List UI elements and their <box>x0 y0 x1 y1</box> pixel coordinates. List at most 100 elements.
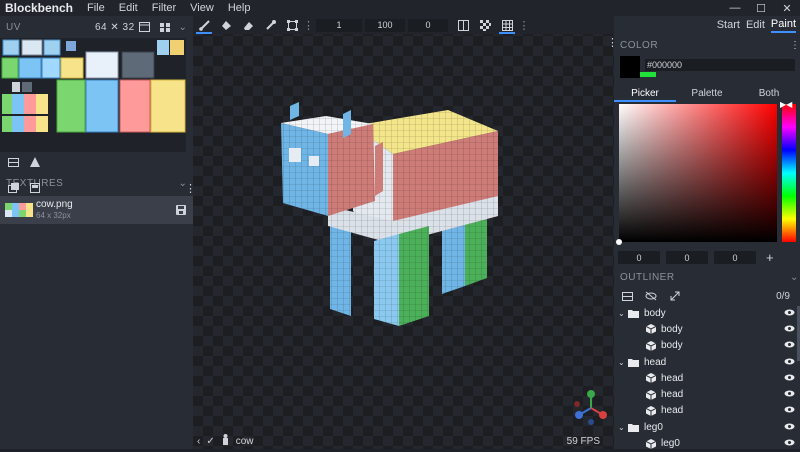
hide-all-icon[interactable] <box>644 289 658 303</box>
outliner-group[interactable]: ⌄ body <box>614 305 800 321</box>
uv-map[interactable] <box>0 38 186 152</box>
outliner-toolbar: 0/9 <box>614 287 800 305</box>
outliner-cube[interactable]: head <box>614 403 800 419</box>
tab-picker[interactable]: Picker <box>614 86 676 102</box>
cube-icon <box>646 324 656 335</box>
close-icon[interactable]: ✕ <box>774 0 800 16</box>
hue-handle[interactable]: ▶◀ <box>780 100 792 109</box>
texture-size: 64 x 32px <box>36 211 71 220</box>
fullscreen-icon[interactable] <box>137 20 151 34</box>
outliner-item-label: body <box>644 307 666 319</box>
add-cube-icon[interactable] <box>620 289 634 303</box>
outliner-title: OUTLINER <box>620 271 675 283</box>
menu-edit[interactable]: Edit <box>119 2 138 14</box>
chevron-left-icon[interactable]: ‹ <box>197 436 200 447</box>
outliner-cube[interactable]: body <box>614 321 800 337</box>
cube-icon <box>646 389 656 400</box>
leg-front-left[interactable] <box>374 226 429 326</box>
tab-palette[interactable]: Palette <box>676 86 738 102</box>
leg-back-left[interactable] <box>330 221 351 316</box>
current-color-swatch[interactable] <box>620 56 640 78</box>
cube-icon <box>646 373 656 384</box>
menu-file[interactable]: File <box>87 2 105 14</box>
selection-count: 0/9 <box>776 290 790 302</box>
folder-icon <box>628 423 639 432</box>
app-title: Blockbench <box>5 1 74 15</box>
outliner-item-label: head <box>661 405 684 417</box>
rgb-inputs: 0 0 0 + <box>618 250 774 265</box>
eye-icon[interactable] <box>784 373 795 384</box>
menu-filter[interactable]: Filter <box>152 2 176 14</box>
right-sidebar: Start Edit Paint COLOR ⋮ #000000 Picker … <box>614 16 800 449</box>
eye-icon[interactable] <box>784 357 795 368</box>
outliner-header: OUTLINER ⌄ <box>614 266 800 288</box>
saturation-value-picker[interactable] <box>616 104 777 245</box>
chevron-down-icon[interactable]: ⌄ <box>790 272 799 283</box>
color-panel-header: COLOR ⋮ <box>614 34 800 56</box>
texture-item[interactable]: cow.png 64 x 32px <box>0 196 193 224</box>
uv-panel-header: UV 64 ✕ 32 ⌄ <box>0 16 193 38</box>
hue-slider[interactable]: ▶◀ <box>780 100 796 242</box>
eye-icon[interactable] <box>784 340 795 351</box>
status-bar: ‹ ✓ cow 59 FPS <box>193 433 614 449</box>
outliner-item-label: head <box>644 356 667 368</box>
outliner-item-label: head <box>661 389 684 401</box>
color-tabs: Picker Palette Both <box>614 86 800 102</box>
outliner-group[interactable]: ⌄ head <box>614 354 800 370</box>
title-bar: Blockbench File Edit Filter View Help — … <box>0 0 800 16</box>
viewport[interactable]: ⋮ 1 100 0 ⋮ ⋮ ‹ ✓ cow 59 FPS <box>193 16 618 449</box>
eye-icon[interactable] <box>784 324 795 335</box>
checkmark-icon[interactable]: ✓ <box>206 436 214 447</box>
outliner-group[interactable]: ⌄ leg0 <box>614 419 800 435</box>
chevron-down-icon[interactable]: ⌄ <box>176 20 190 34</box>
secondary-color-swatch[interactable] <box>640 72 656 77</box>
add-color-icon[interactable]: + <box>766 250 774 265</box>
color-panel-title: COLOR <box>620 39 659 51</box>
eye-icon[interactable] <box>784 308 795 319</box>
blue-input[interactable]: 0 <box>714 251 756 264</box>
expand-arrow-icon[interactable]: ⌄ <box>618 358 628 367</box>
head[interactable] <box>281 102 383 216</box>
maximize-icon[interactable]: ☐ <box>748 0 774 16</box>
mode-edit[interactable]: Edit <box>746 19 765 31</box>
person-icon <box>221 434 230 448</box>
model-name: cow <box>235 435 254 447</box>
mirror-icon[interactable] <box>28 155 42 169</box>
menu-help[interactable]: Help <box>228 2 251 14</box>
texture-thumbnail-icon <box>5 203 33 217</box>
outliner-item-label: body <box>661 323 683 335</box>
mode-start[interactable]: Start <box>717 19 740 31</box>
expand-icon[interactable] <box>668 289 682 303</box>
outliner-cube[interactable]: leg0 <box>614 435 800 451</box>
expand-arrow-icon[interactable]: ⌄ <box>618 423 628 432</box>
uv-grid-icon[interactable] <box>6 155 20 169</box>
green-input[interactable]: 0 <box>666 251 708 264</box>
cube-icon <box>646 438 656 449</box>
more-options-icon[interactable]: ⋮ <box>790 40 800 51</box>
mode-paint[interactable]: Paint <box>770 18 796 33</box>
eye-icon[interactable] <box>784 405 795 416</box>
outliner-item-label: leg0 <box>661 438 680 450</box>
axis-gizmo[interactable] <box>571 388 611 428</box>
outliner-cube[interactable]: body <box>614 338 800 354</box>
eye-icon[interactable] <box>784 389 795 400</box>
minimize-icon[interactable]: — <box>722 0 748 16</box>
mode-switcher: Start Edit Paint <box>717 16 796 34</box>
outliner-cube[interactable]: head <box>614 386 800 402</box>
outliner-cube[interactable]: head <box>614 370 800 386</box>
picker-handle[interactable] <box>616 239 622 245</box>
save-icon[interactable] <box>174 203 188 217</box>
cow-model[interactable] <box>193 16 614 449</box>
expand-arrow-icon[interactable]: ⌄ <box>618 309 628 318</box>
uv-size-label[interactable]: 64 ✕ 32 <box>95 22 135 33</box>
grid-view-icon[interactable] <box>158 20 172 34</box>
red-input[interactable]: 0 <box>618 251 660 264</box>
textures-toolbar: ⋮ <box>0 178 196 198</box>
menu-view[interactable]: View <box>190 2 214 14</box>
import-texture-icon[interactable] <box>6 181 20 195</box>
left-sidebar: UV 64 ✕ 32 ⌄ TEXTURES ⌄ ⋮ cow.png 64 x 3… <box>0 16 196 449</box>
hex-input[interactable]: #000000 <box>645 59 795 71</box>
eye-icon[interactable] <box>784 422 795 433</box>
new-texture-icon[interactable] <box>28 181 42 195</box>
eye-icon[interactable] <box>784 438 795 449</box>
